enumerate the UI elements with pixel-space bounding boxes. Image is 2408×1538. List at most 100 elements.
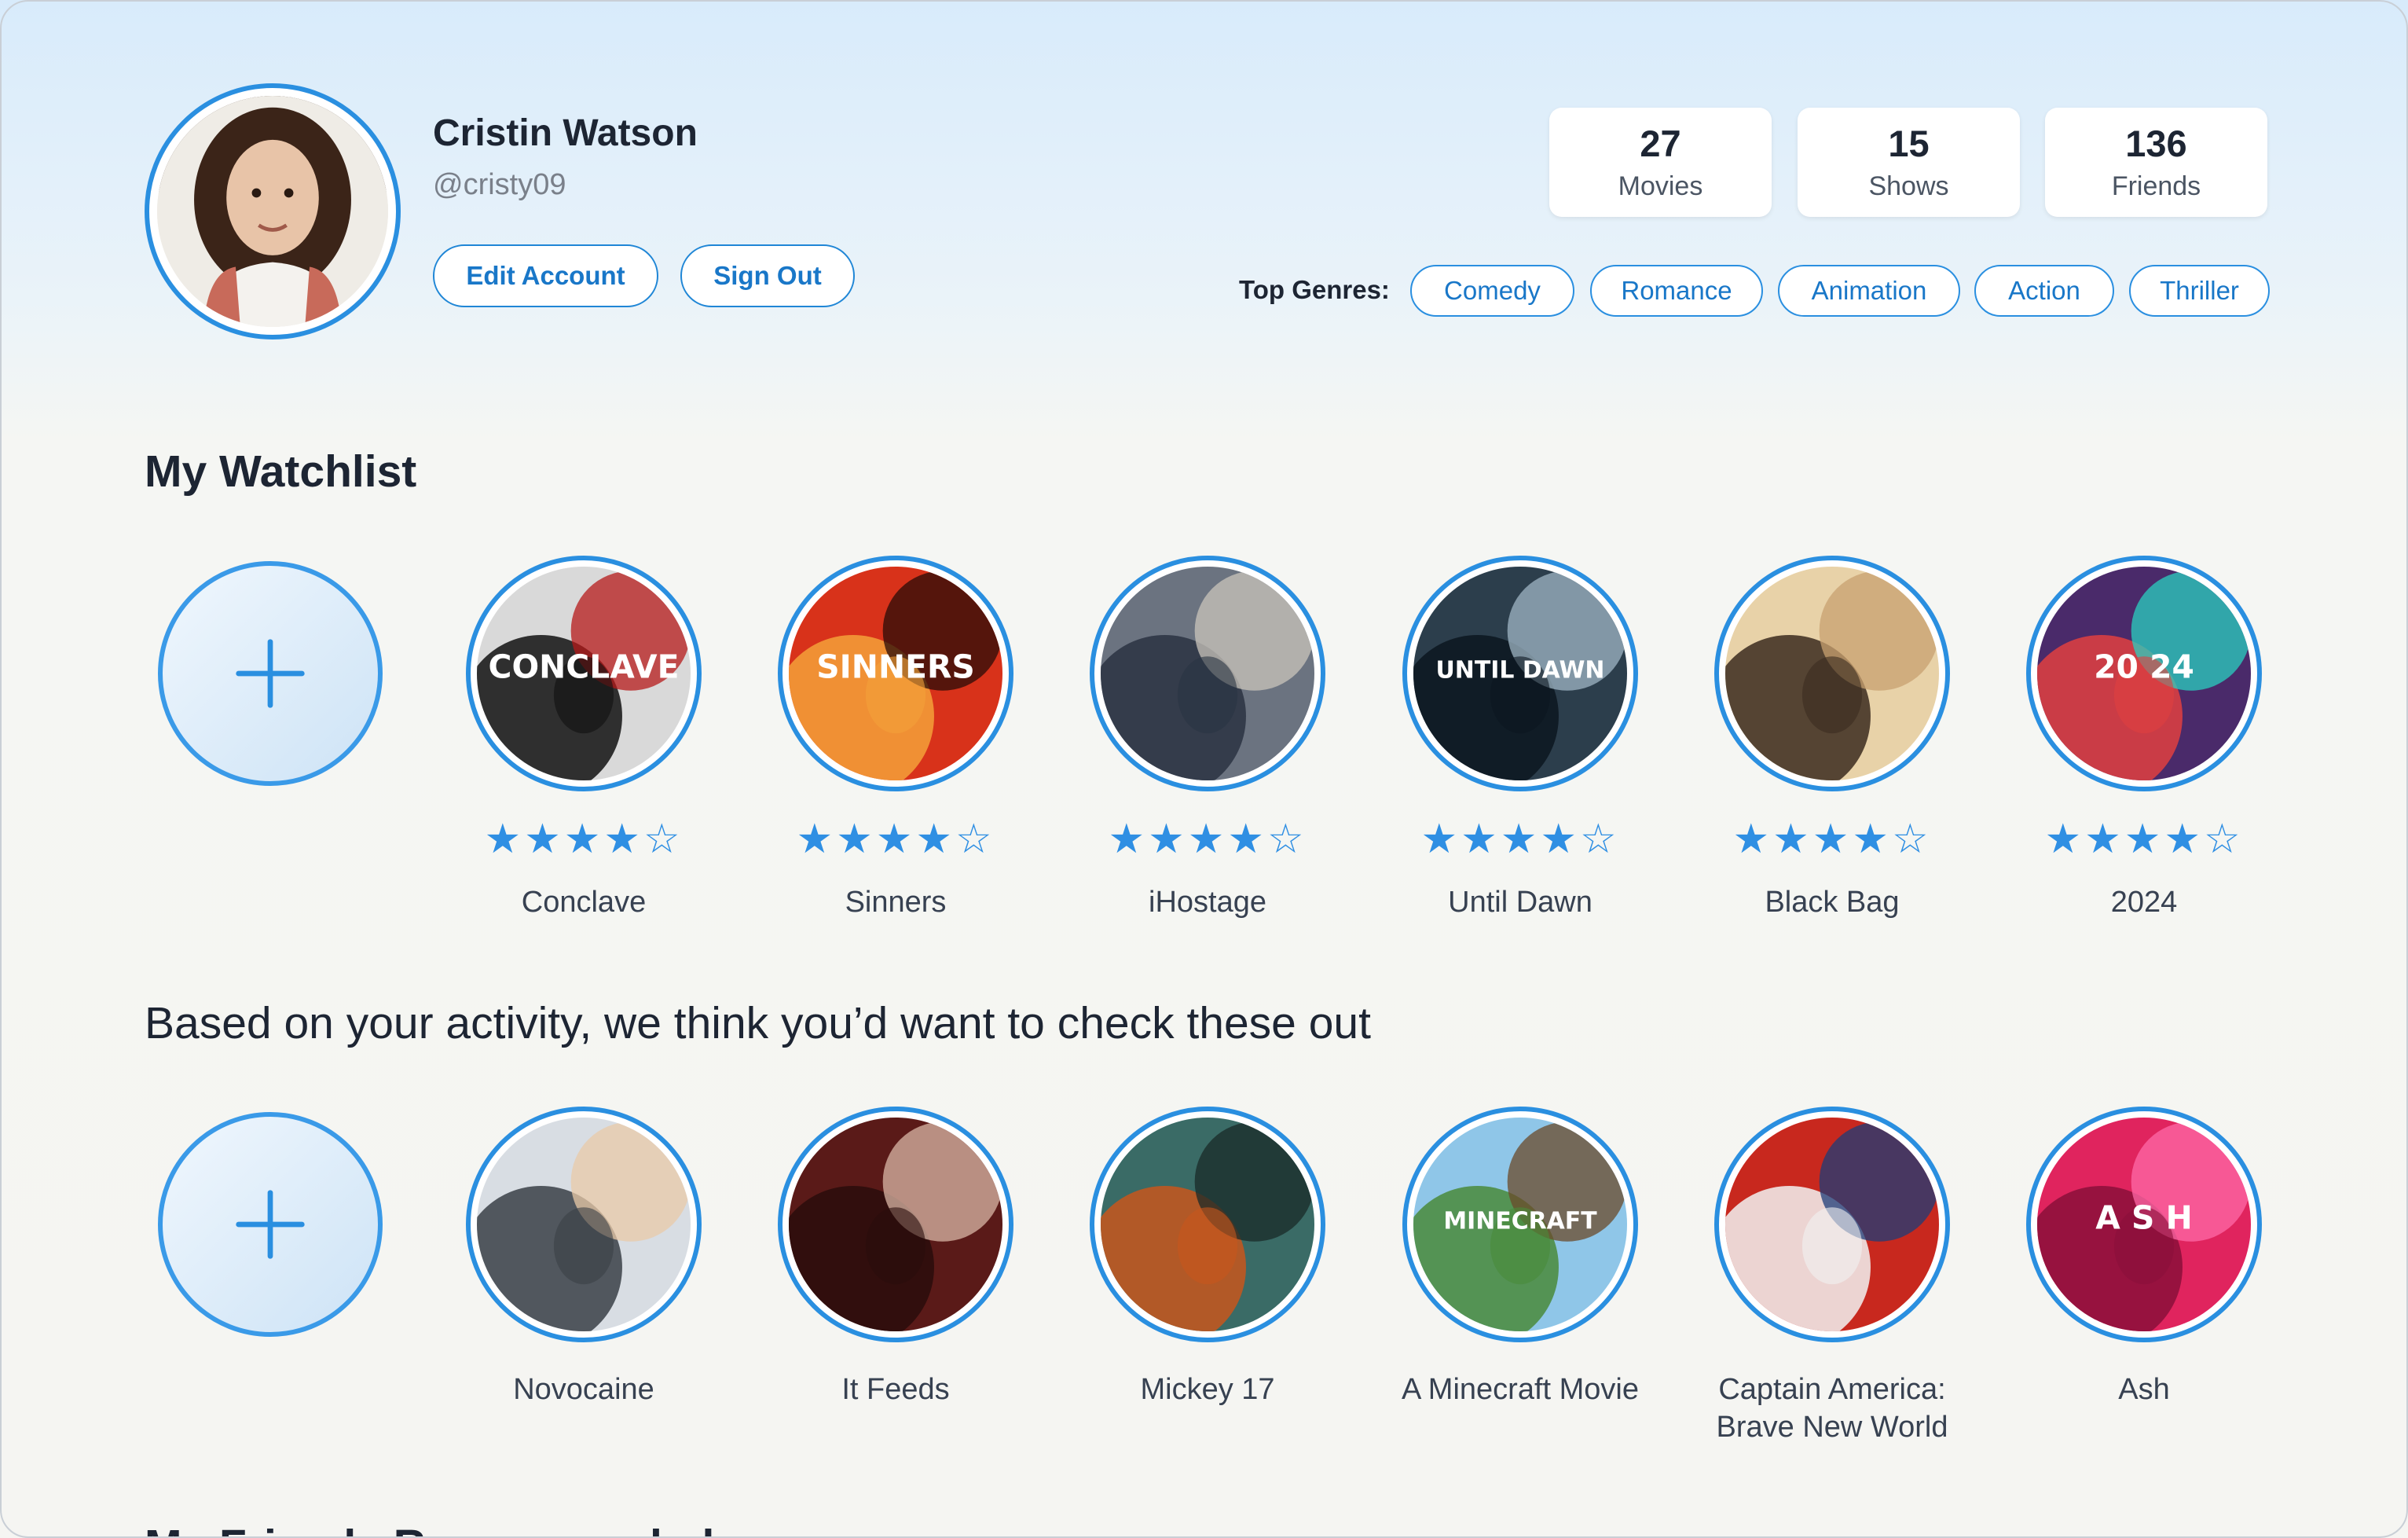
- recommendation-item-title[interactable]: Novocaine: [434, 1371, 733, 1408]
- star-filled-icon[interactable]: ★: [876, 817, 916, 862]
- stat-value: 136: [2125, 123, 2187, 164]
- recommendations-title: Based on your activity, we think you’d w…: [145, 998, 1371, 1048]
- star-filled-icon[interactable]: ★: [484, 817, 524, 862]
- poster-image: 20 24: [2037, 567, 2251, 780]
- poster-image: [1101, 567, 1314, 780]
- edit-account-button[interactable]: Edit Account: [433, 244, 658, 307]
- star-empty-icon[interactable]: ☆: [1892, 817, 1932, 862]
- star-filled-icon[interactable]: ★: [2044, 817, 2084, 862]
- watchlist-item-title[interactable]: 2024: [1995, 883, 2293, 921]
- poster-artwork: [789, 1118, 1002, 1331]
- star-filled-icon[interactable]: ★: [1188, 817, 1228, 862]
- poster-image: [1725, 567, 1939, 780]
- add-recommendation-button[interactable]: [158, 1112, 383, 1337]
- recommendation-item-title[interactable]: Mickey 17: [1058, 1371, 1357, 1408]
- star-filled-icon[interactable]: ★: [2084, 817, 2124, 862]
- poster-image: [1101, 1118, 1314, 1331]
- poster-image: [1725, 1118, 1939, 1331]
- star-filled-icon[interactable]: ★: [836, 817, 876, 862]
- poster-artwork: [477, 1118, 691, 1331]
- stat-label: Shows: [1868, 171, 1949, 201]
- star-filled-icon[interactable]: ★: [603, 817, 643, 862]
- watchlist-item-poster[interactable]: [1714, 556, 1950, 791]
- star-filled-icon[interactable]: ★: [1852, 817, 1892, 862]
- genre-chip-action[interactable]: Action: [1974, 265, 2114, 317]
- recommendation-item-title[interactable]: Ash: [1995, 1371, 2293, 1408]
- user-name: Cristin Watson: [433, 112, 698, 154]
- add-to-watchlist-button[interactable]: [158, 561, 383, 786]
- recommendation-item-title[interactable]: It Feeds: [746, 1371, 1045, 1408]
- stat-label: Friends: [2111, 171, 2201, 201]
- poster-artwork: 20 24: [2037, 567, 2251, 780]
- watchlist-item-poster[interactable]: CONCLAVE: [466, 556, 702, 791]
- stat-movies[interactable]: 27 Movies: [1549, 108, 1772, 217]
- star-filled-icon[interactable]: ★: [524, 817, 564, 862]
- star-filled-icon[interactable]: ★: [796, 817, 836, 862]
- poster-image: [789, 1118, 1002, 1331]
- genre-chip-thriller[interactable]: Thriller: [2129, 265, 2270, 317]
- star-filled-icon[interactable]: ★: [915, 817, 955, 862]
- stat-value: 27: [1640, 123, 1681, 164]
- recommendation-item-poster[interactable]: [466, 1107, 702, 1342]
- star-filled-icon[interactable]: ★: [1540, 817, 1580, 862]
- recommendation-item-poster[interactable]: [778, 1107, 1013, 1342]
- watchlist-item-title[interactable]: Sinners: [746, 883, 1045, 921]
- sign-out-button[interactable]: Sign Out: [680, 244, 855, 307]
- star-rating[interactable]: ★★★★☆: [2026, 819, 2262, 860]
- star-filled-icon[interactable]: ★: [1461, 817, 1501, 862]
- star-filled-icon[interactable]: ★: [564, 817, 604, 862]
- watchlist-item-poster[interactable]: [1090, 556, 1325, 791]
- genre-chip-romance[interactable]: Romance: [1590, 265, 1763, 317]
- star-filled-icon[interactable]: ★: [1501, 817, 1541, 862]
- poster-artwork: [1725, 567, 1939, 780]
- star-empty-icon[interactable]: ☆: [1580, 817, 1620, 862]
- stat-label: Movies: [1618, 171, 1703, 201]
- star-empty-icon[interactable]: ☆: [2204, 817, 2244, 862]
- poster-title-art: MINECRAFT: [1443, 1207, 1597, 1235]
- recommendation-item-poster[interactable]: [1714, 1107, 1950, 1342]
- star-filled-icon[interactable]: ★: [2164, 817, 2204, 862]
- poster-image: SINNERS: [789, 567, 1002, 780]
- genre-chip-animation[interactable]: Animation: [1778, 265, 1960, 317]
- watchlist-item-title[interactable]: Until Dawn: [1371, 883, 1669, 921]
- poster-image: MINECRAFT: [1413, 1118, 1627, 1331]
- star-filled-icon[interactable]: ★: [1812, 817, 1853, 862]
- user-handle: @cristy09: [433, 168, 566, 201]
- stat-friends[interactable]: 136 Friends: [2045, 108, 2267, 217]
- poster-artwork: [1101, 567, 1314, 780]
- watchlist-item-title[interactable]: iHostage: [1058, 883, 1357, 921]
- recommendation-item-title[interactable]: Captain America: Brave New World: [1683, 1371, 1981, 1446]
- watchlist-item-poster[interactable]: 20 24: [2026, 556, 2262, 791]
- poster-artwork: MINECRAFT: [1413, 1118, 1627, 1331]
- watchlist-item-poster[interactable]: SINNERS: [778, 556, 1013, 791]
- top-genres-label: Top Genres:: [1239, 275, 1390, 304]
- profile-avatar[interactable]: [145, 83, 401, 340]
- poster-artwork: UNTIL DAWN: [1413, 567, 1627, 780]
- star-filled-icon[interactable]: ★: [2124, 817, 2164, 862]
- watchlist-item-title[interactable]: Black Bag: [1683, 883, 1981, 921]
- recommendation-item-poster[interactable]: MINECRAFT: [1402, 1107, 1638, 1342]
- poster-title-art: UNTIL DAWN: [1436, 656, 1605, 684]
- star-rating[interactable]: ★★★★☆: [466, 819, 702, 860]
- star-rating[interactable]: ★★★★☆: [1402, 819, 1638, 860]
- star-empty-icon[interactable]: ☆: [1267, 817, 1307, 862]
- star-rating[interactable]: ★★★★☆: [1090, 819, 1325, 860]
- star-filled-icon[interactable]: ★: [1148, 817, 1188, 862]
- stat-shows[interactable]: 15 Shows: [1798, 108, 2020, 217]
- recommendation-item-poster[interactable]: A S H: [2026, 1107, 2262, 1342]
- watchlist-item-title[interactable]: Conclave: [434, 883, 733, 921]
- recommendation-item-title[interactable]: A Minecraft Movie: [1371, 1371, 1669, 1408]
- star-filled-icon[interactable]: ★: [1108, 817, 1148, 862]
- star-empty-icon[interactable]: ☆: [955, 817, 995, 862]
- star-filled-icon[interactable]: ★: [1772, 817, 1812, 862]
- star-filled-icon[interactable]: ★: [1732, 817, 1772, 862]
- genre-chip-comedy[interactable]: Comedy: [1410, 265, 1574, 317]
- star-rating[interactable]: ★★★★☆: [1714, 819, 1950, 860]
- recommendation-item-poster[interactable]: [1090, 1107, 1325, 1342]
- star-empty-icon[interactable]: ☆: [643, 817, 684, 862]
- watchlist-item-poster[interactable]: UNTIL DAWN: [1402, 556, 1638, 791]
- star-rating[interactable]: ★★★★☆: [778, 819, 1013, 860]
- poster-artwork: SINNERS: [789, 567, 1002, 780]
- star-filled-icon[interactable]: ★: [1420, 817, 1461, 862]
- star-filled-icon[interactable]: ★: [1227, 817, 1267, 862]
